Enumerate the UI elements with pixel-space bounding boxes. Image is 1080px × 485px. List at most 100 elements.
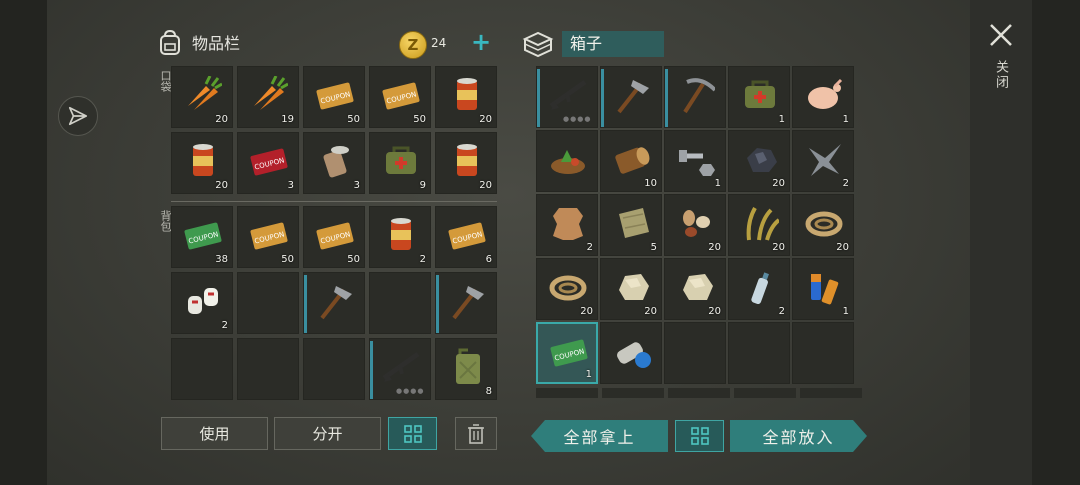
item-slot-jerrycan[interactable]: 8 — [435, 338, 497, 400]
item-slot-raw-chicken[interactable]: 1 — [792, 66, 854, 128]
item-slot-survival-coupon[interactable]: COUPON 50 — [303, 206, 365, 268]
empty-slot[interactable] — [369, 272, 431, 334]
item-slot-bandage[interactable]: 2 — [171, 272, 233, 334]
tin-cans-icon — [617, 342, 651, 368]
take-all-button[interactable]: 全部拿上 — [531, 420, 668, 452]
item-count: 38 — [215, 254, 228, 265]
item-count: 9 — [419, 180, 426, 191]
use-button[interactable]: 使用 — [161, 417, 268, 450]
item-slot-animal-hide[interactable]: 2 — [536, 194, 598, 256]
canned-food-icon — [391, 218, 411, 250]
item-slot-pickaxe[interactable] — [664, 66, 726, 128]
item-slot-survival-coupon-red[interactable]: COUPON 3 — [237, 132, 299, 194]
empty-slot[interactable] — [728, 322, 790, 384]
item-slot-rope[interactable]: 20 — [536, 258, 598, 320]
crate-icon — [522, 31, 554, 58]
send-button[interactable] — [58, 96, 98, 136]
item-count: 19 — [281, 114, 294, 125]
grid-icon — [690, 427, 709, 445]
item-slot-medical-bag[interactable]: 9 — [369, 132, 431, 194]
medical-bag-icon — [386, 146, 416, 174]
delete-button[interactable] — [455, 417, 497, 450]
item-slot-cloth[interactable]: 5 — [600, 194, 662, 256]
empty-slot[interactable] — [237, 272, 299, 334]
item-count: 2 — [419, 254, 426, 265]
survival-coupon-icon: COUPON — [316, 222, 354, 250]
empty-slot[interactable] — [237, 338, 299, 400]
item-slot-survival-coupon[interactable]: COUPON 50 — [237, 206, 299, 268]
empty-slot[interactable] — [664, 322, 726, 384]
item-count: 2 — [221, 320, 228, 331]
inventory-title: 物品栏 — [192, 34, 241, 53]
ammo-dots: ●●●● — [563, 115, 592, 123]
animal-hide-icon — [553, 208, 583, 240]
item-count: 20 — [479, 180, 492, 191]
item-count: 2 — [778, 306, 785, 317]
canned-food-icon — [457, 78, 477, 110]
item-slot-canned-food[interactable]: 20 — [435, 132, 497, 194]
item-count: 20 — [215, 114, 228, 125]
item-slot-canned-food[interactable]: 20 — [435, 66, 497, 128]
item-slot-hatchet[interactable] — [303, 272, 365, 334]
box-title: 箱子 — [562, 31, 664, 57]
item-slot-ration-coupon[interactable]: COUPON 1 — [536, 322, 598, 384]
item-slot-canned-food[interactable]: 2 — [369, 206, 431, 268]
item-slot-bolt-nut[interactable]: 1 — [664, 130, 726, 192]
box-header: 箱子 — [522, 30, 664, 58]
item-slot-plant-fiber[interactable]: 20 — [728, 194, 790, 256]
item-slot-survival-coupon[interactable]: COUPON 50 — [369, 66, 431, 128]
item-slot-battery[interactable]: 1 — [792, 258, 854, 320]
item-slot-stone[interactable]: 20 — [664, 258, 726, 320]
item-slot-ration-coupon[interactable]: COUPON 38 — [171, 206, 233, 268]
rifle-icon — [549, 79, 587, 110]
item-slot-coal[interactable]: 20 — [728, 130, 790, 192]
item-slot-tin-cans[interactable] — [600, 322, 662, 384]
coal-icon — [747, 148, 777, 172]
item-slot-hatchet[interactable] — [600, 66, 662, 128]
item-count: 1 — [778, 114, 785, 125]
canned-food-icon — [193, 144, 213, 176]
empty-slot[interactable] — [303, 338, 365, 400]
item-slot-carrot[interactable]: 19 — [237, 66, 299, 128]
add-coins-button[interactable]: + — [471, 30, 491, 54]
put-all-button[interactable]: 全部放入 — [730, 420, 867, 452]
item-slot-canned-food[interactable]: 20 — [171, 132, 233, 194]
item-slot-seeds[interactable]: 20 — [664, 194, 726, 256]
coin-icon: Z — [399, 31, 427, 59]
jerrycan-icon — [456, 348, 480, 384]
item-slot-medical-bag[interactable]: 1 — [728, 66, 790, 128]
item-slot-log[interactable]: 10 — [600, 130, 662, 192]
plant-pile-icon — [551, 150, 585, 174]
durability-bar — [665, 69, 668, 127]
send-icon — [68, 106, 88, 126]
item-slot-scrap-metal[interactable]: 2 — [792, 130, 854, 192]
item-count: 3 — [353, 180, 360, 191]
item-count: 20 — [708, 306, 721, 317]
item-slot-rifle[interactable]: ●●●● — [536, 66, 598, 128]
close-icon[interactable] — [988, 22, 1014, 48]
close-label[interactable]: 关闭 — [991, 60, 1010, 90]
item-slot-plant-pile[interactable] — [536, 130, 598, 192]
item-slot-plastic-bottle[interactable]: 2 — [728, 258, 790, 320]
carrot-icon — [188, 76, 222, 110]
item-count: 20 — [479, 114, 492, 125]
box-sort-button[interactable] — [675, 420, 724, 452]
sort-grid-button[interactable] — [388, 417, 437, 450]
item-slot-hatchet[interactable] — [435, 272, 497, 334]
item-slot-stone[interactable]: 20 — [600, 258, 662, 320]
item-slot-survival-coupon[interactable]: COUPON 6 — [435, 206, 497, 268]
item-count: 50 — [347, 114, 360, 125]
item-slot-carrot[interactable]: 20 — [171, 66, 233, 128]
empty-slot[interactable] — [171, 338, 233, 400]
item-count: 50 — [347, 254, 360, 265]
battery-icon — [811, 274, 839, 305]
rope-icon — [549, 275, 587, 301]
item-slot-open-can[interactable]: 3 — [303, 132, 365, 194]
item-count: 2 — [842, 178, 849, 189]
item-slot-survival-coupon[interactable]: COUPON 50 — [303, 66, 365, 128]
coin-count: 24 — [431, 36, 447, 50]
item-slot-rope[interactable]: 20 — [792, 194, 854, 256]
empty-slot[interactable] — [792, 322, 854, 384]
split-button[interactable]: 分开 — [274, 417, 381, 450]
item-slot-rifle[interactable]: ●●●● — [369, 338, 431, 400]
